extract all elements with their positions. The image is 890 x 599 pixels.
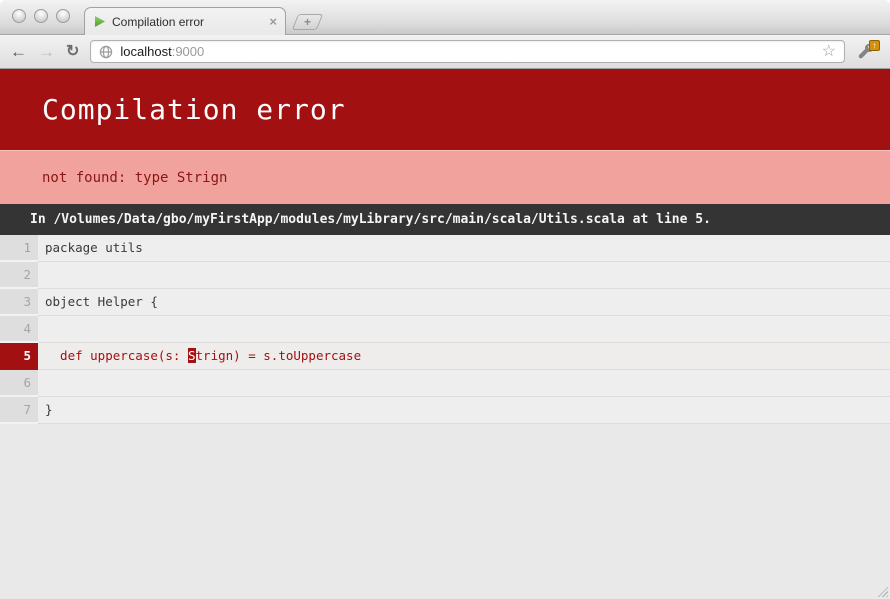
minimize-window-button[interactable] <box>34 9 48 23</box>
line-code <box>38 316 890 343</box>
page-title: Compilation error <box>42 93 346 126</box>
error-marker: S <box>188 348 196 363</box>
play-favicon-icon <box>93 15 106 28</box>
line-code: } <box>38 397 890 424</box>
back-button[interactable]: ← <box>10 43 27 60</box>
code-line-7: 7 } <box>0 397 890 424</box>
address-port: :9000 <box>172 44 205 59</box>
code-pre: def uppercase(s: <box>45 348 188 363</box>
new-tab-button[interactable]: + <box>292 14 323 30</box>
line-number: 7 <box>0 397 38 424</box>
reload-button[interactable]: ↻ <box>66 44 79 60</box>
line-code: package utils <box>38 235 890 262</box>
code-line-4: 4 <box>0 316 890 343</box>
code-listing: 1 package utils 2 3 object Helper { 4 5 … <box>0 235 890 424</box>
browser-toolbar: ← → ↻ localhost:9000 ☆ ↑ <box>0 35 890 69</box>
globe-icon <box>99 45 113 59</box>
tab-title: Compilation error <box>112 15 263 29</box>
window-controls <box>12 9 70 23</box>
code-line-3: 3 object Helper { <box>0 289 890 316</box>
update-badge: ↑ <box>869 40 880 51</box>
line-number: 2 <box>0 262 38 289</box>
line-code: object Helper { <box>38 289 890 316</box>
address-host: localhost <box>120 44 171 59</box>
line-number-error: 5 <box>0 343 38 370</box>
tab-close-icon[interactable]: × <box>269 15 277 28</box>
close-window-button[interactable] <box>12 9 26 23</box>
code-line-1: 1 package utils <box>0 235 890 262</box>
error-header: Compilation error <box>0 69 890 150</box>
error-page: Compilation error not found: type Strign… <box>0 69 890 599</box>
code-line-2: 2 <box>0 262 890 289</box>
error-location-bar: In /Volumes/Data/gbo/myFirstApp/modules/… <box>0 204 890 235</box>
line-number: 6 <box>0 370 38 397</box>
line-number: 3 <box>0 289 38 316</box>
line-code-error: def uppercase(s: Strign) = s.toUppercase <box>38 343 890 370</box>
error-message-banner: not found: type Strign <box>0 150 890 204</box>
line-number: 1 <box>0 235 38 262</box>
line-code <box>38 370 890 397</box>
browser-window: Compilation error × + ← → ↻ localhost:90… <box>0 0 890 599</box>
address-text: localhost:9000 <box>120 44 204 59</box>
forward-button[interactable]: → <box>38 43 55 60</box>
address-bar[interactable]: localhost:9000 ☆ <box>90 40 845 63</box>
code-line-6: 6 <box>0 370 890 397</box>
zoom-window-button[interactable] <box>56 9 70 23</box>
bookmark-star-icon[interactable]: ☆ <box>822 44 836 60</box>
code-post: trign) = s.toUppercase <box>196 348 362 363</box>
tab-strip: Compilation error × + <box>0 0 890 35</box>
code-line-5-error: 5 def uppercase(s: Strign) = s.toUpperca… <box>0 343 890 370</box>
browser-tab[interactable]: Compilation error × <box>84 7 286 35</box>
page-background <box>0 424 890 599</box>
line-code <box>38 262 890 289</box>
plus-icon: + <box>304 16 311 28</box>
error-message: not found: type Strign <box>42 170 227 186</box>
line-number: 4 <box>0 316 38 343</box>
error-location: In /Volumes/Data/gbo/myFirstApp/modules/… <box>30 212 711 227</box>
wrench-menu-button[interactable]: ↑ <box>856 40 880 64</box>
